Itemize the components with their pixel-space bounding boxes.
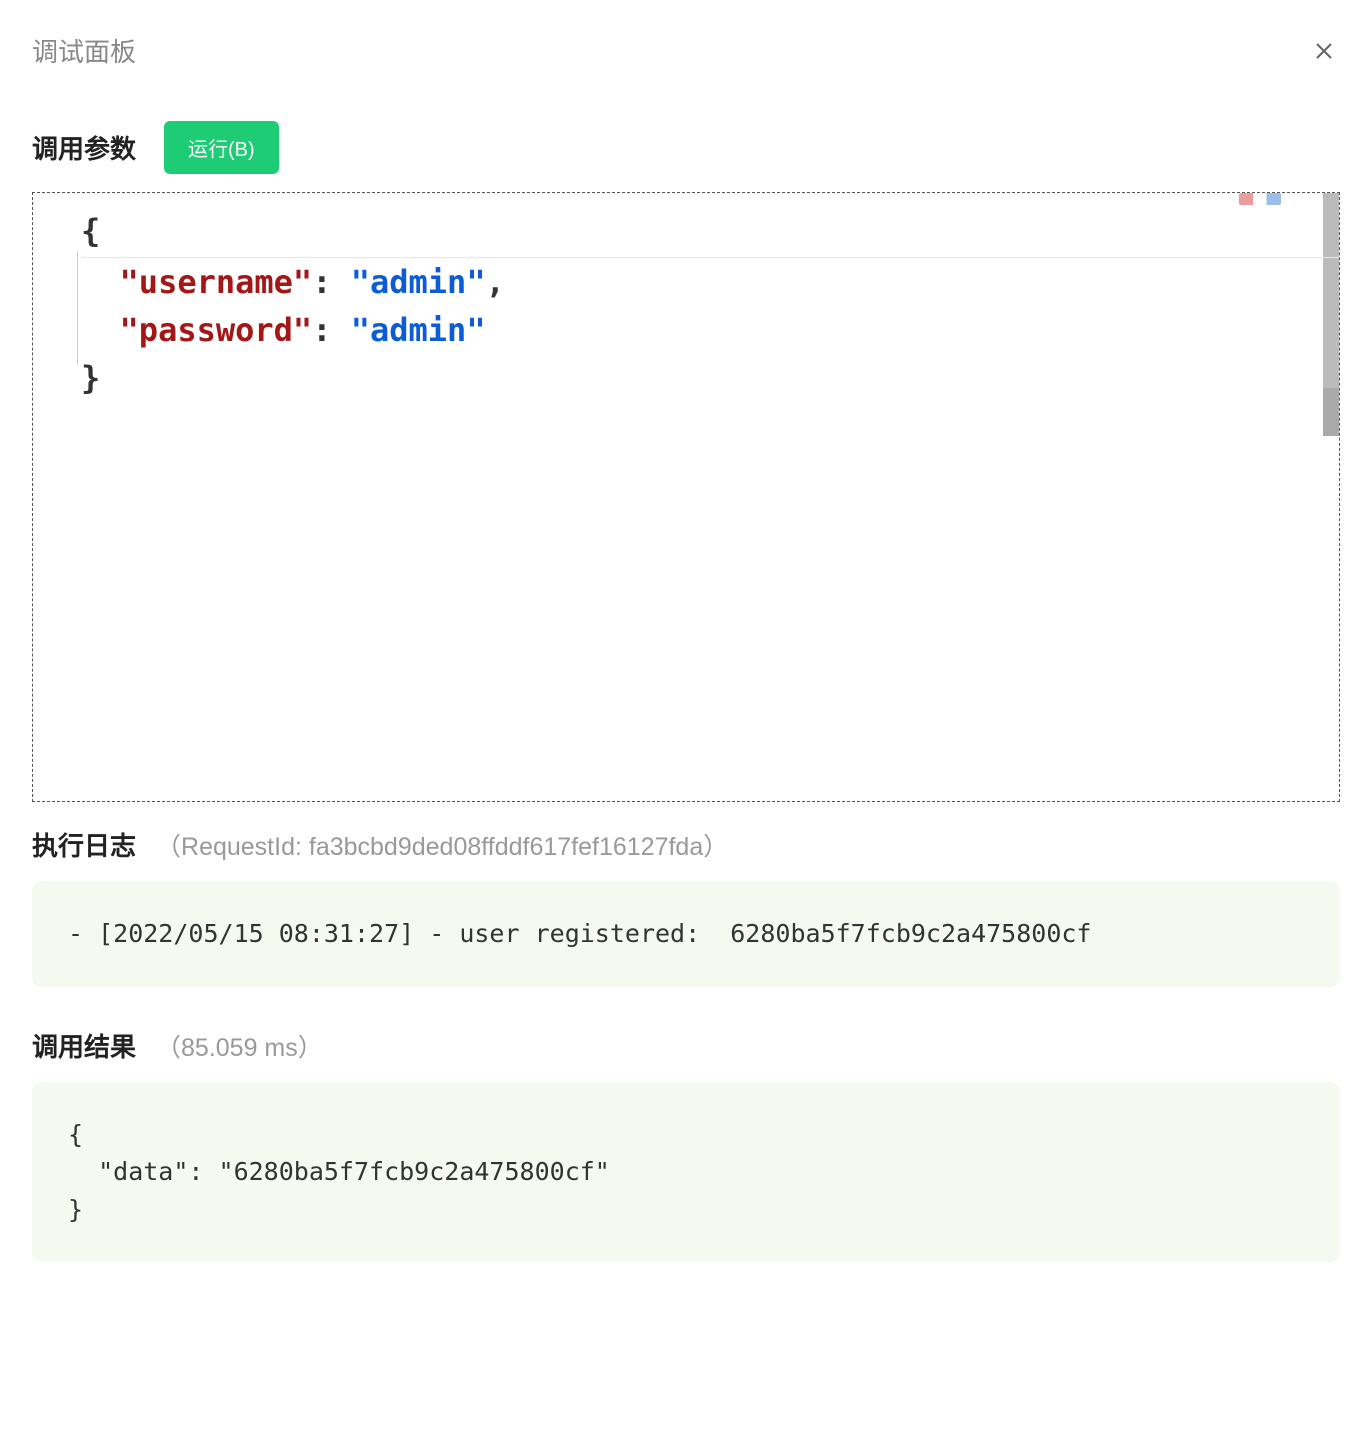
params-header: 调用参数 运行(B) <box>32 121 1340 174</box>
code-line-1: { <box>81 207 1339 258</box>
log-output: - [2022/05/15 08:31:27] - user registere… <box>32 881 1340 987</box>
result-header: 调用结果 （85.059 ms） <box>32 1027 1340 1064</box>
result-output: { "data": "6280ba5f7fcb9c2a475800cf" } <box>32 1082 1340 1263</box>
log-title: 执行日志 <box>32 826 136 863</box>
panel-title: 调试面板 <box>32 32 136 69</box>
close-icon <box>1312 39 1336 63</box>
code-line-4: } <box>81 354 1339 402</box>
log-content: - [2022/05/15 08:31:27] - user registere… <box>68 919 1092 948</box>
result-timing: （85.059 ms） <box>156 1028 323 1064</box>
close-button[interactable] <box>1308 35 1340 67</box>
log-header: 执行日志 （RequestId: fa3bcbd9ded08ffddf617fe… <box>32 826 1340 863</box>
run-button[interactable]: 运行(B) <box>164 121 279 174</box>
log-request-id: （RequestId: fa3bcbd9ded08ffddf617fef1612… <box>156 827 728 863</box>
params-title: 调用参数 <box>32 129 136 166</box>
result-content: { "data": "6280ba5f7fcb9c2a475800cf" } <box>68 1120 610 1224</box>
editor-content: { "username": "admin", "password": "admi… <box>81 203 1339 402</box>
result-title: 调用结果 <box>32 1027 136 1064</box>
code-line-3: "password": "admin" <box>81 306 1339 354</box>
editor-fold-guide <box>77 251 78 365</box>
code-line-2: "username": "admin", <box>81 258 1339 306</box>
params-section: 调用参数 运行(B) { "username": "admin", "passw… <box>32 121 1340 802</box>
panel-header: 调试面板 <box>32 32 1340 69</box>
params-code-editor[interactable]: { "username": "admin", "password": "admi… <box>32 192 1340 802</box>
